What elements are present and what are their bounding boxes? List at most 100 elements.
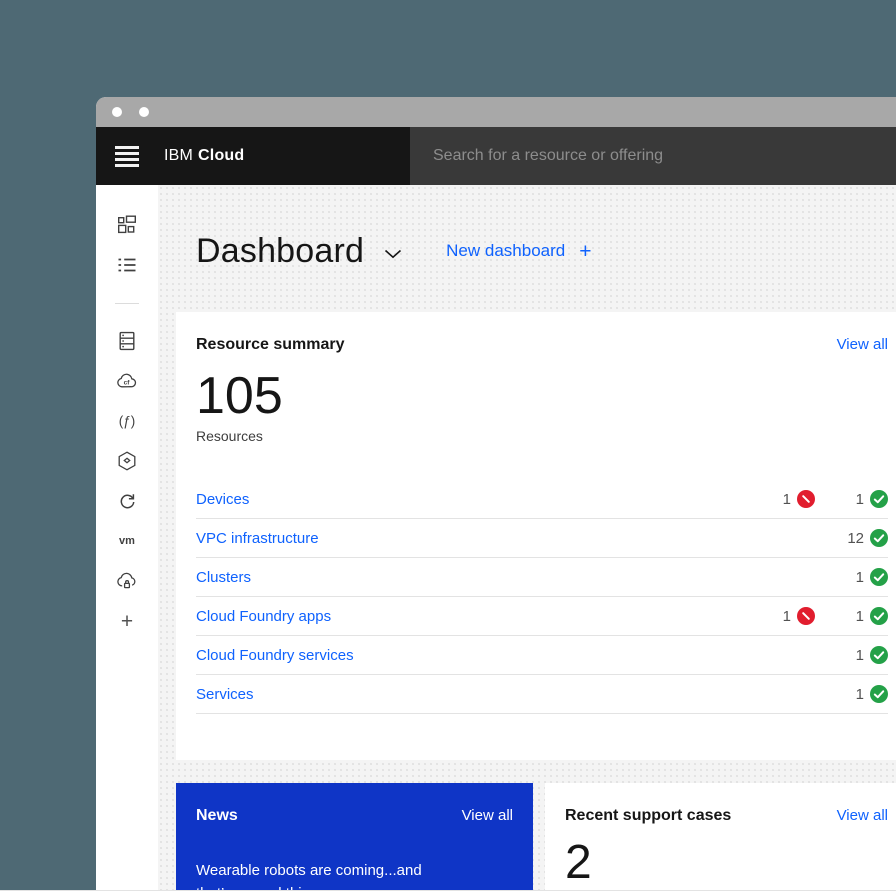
resource-total-label: Resources [196, 428, 888, 444]
sidebar-item-vm[interactable]: vm [96, 521, 158, 561]
error-count: 1 [783, 608, 791, 625]
menu-button[interactable] [96, 127, 158, 185]
new-dashboard-button[interactable]: New dashboard + [446, 241, 591, 262]
error-stat: 1 [745, 490, 815, 508]
brand: IBM Cloud [164, 147, 244, 165]
brand-prefix: IBM [164, 147, 193, 164]
kubernetes-icon [117, 451, 137, 471]
app-header: IBM Cloud [96, 127, 896, 185]
plus-icon: + [579, 241, 591, 262]
news-title: News [196, 807, 238, 825]
resource-summary-card: Resource summary View all 105 Resources … [176, 312, 896, 760]
apps-icon [117, 215, 137, 235]
window-dot [139, 107, 149, 117]
ok-count: 1 [856, 686, 864, 703]
sync-icon [117, 491, 137, 511]
resource-row: Cloud Foundry services 1 [196, 636, 888, 675]
global-search [410, 127, 896, 185]
svg-text:cf: cf [124, 379, 131, 386]
support-view-all[interactable]: View all [837, 807, 888, 824]
new-dashboard-label: New dashboard [446, 241, 565, 261]
functions-icon: (ƒ) [117, 411, 137, 431]
news-view-all[interactable]: View all [462, 807, 513, 824]
support-title: Recent support cases [565, 807, 731, 825]
sidebar-item-infrastructure[interactable] [96, 321, 158, 361]
sidebar-item-list[interactable] [96, 245, 158, 285]
error-count: 1 [783, 491, 791, 508]
ok-count: 12 [847, 530, 864, 547]
window-dot [112, 107, 122, 117]
resource-row: Devices 1 1 [196, 480, 888, 519]
resource-row: Services 1 [196, 675, 888, 714]
resource-category-link[interactable]: Services [196, 686, 745, 703]
cloud-lock-icon [116, 572, 138, 591]
marketing-backdrop: IBM Cloud cf (ƒ) vm + Dashboard New dashboar… [0, 0, 896, 890]
side-nav: cf (ƒ) vm + [96, 185, 158, 890]
ok-count: 1 [856, 647, 864, 664]
sidebar-item-sync[interactable] [96, 481, 158, 521]
add-icon: + [121, 611, 133, 632]
resource-total: 105 [196, 370, 888, 422]
support-head: Recent support cases View all [565, 807, 888, 825]
ok-stat: 1 [815, 568, 888, 586]
ok-stat: 12 [815, 529, 888, 547]
support-open-count: 2 [565, 839, 888, 887]
infrastructure-icon [117, 331, 137, 351]
resource-row: VPC infrastructure 12 [196, 519, 888, 558]
ok-stat: 1 [815, 646, 888, 664]
browser-window: IBM Cloud cf (ƒ) vm + Dashboard New dashboar… [96, 97, 896, 890]
ok-count: 1 [856, 608, 864, 625]
ok-stat: 1 [815, 685, 888, 703]
cloud-foundry-icon: cf [116, 372, 138, 390]
brand-name: Cloud [198, 147, 244, 164]
dashboard-switcher[interactable] [384, 249, 402, 259]
resource-rows: Devices11VPC infrastructure12Clusters1Cl… [196, 480, 888, 714]
resource-summary-head: Resource summary View all [196, 336, 888, 354]
success-icon [870, 490, 888, 508]
dashboard-content: Dashboard New dashboard + Resource summa… [158, 185, 896, 890]
window-body: cf (ƒ) vm + Dashboard New dashboard + Resou… [96, 185, 896, 890]
sidebar-item-cloud-foundry[interactable]: cf [96, 361, 158, 401]
resource-row: Cloud Foundry apps 1 1 [196, 597, 888, 636]
resource-category-link[interactable]: Cloud Foundry services [196, 647, 745, 664]
resource-row: Clusters 1 [196, 558, 888, 597]
vm-icon: vm [119, 535, 135, 547]
error-stat: 1 [745, 607, 815, 625]
page-title: Dashboard [196, 232, 364, 271]
sidebar-item-apps[interactable] [96, 205, 158, 245]
sidebar-item-kubernetes[interactable] [96, 441, 158, 481]
success-icon [870, 685, 888, 703]
search-input[interactable] [431, 146, 896, 166]
svg-text:(ƒ): (ƒ) [119, 414, 136, 429]
sidebar-divider [96, 285, 158, 321]
success-icon [870, 529, 888, 547]
support-cases-card: Recent support cases View all 2 [545, 783, 896, 890]
ok-count: 1 [856, 569, 864, 586]
sidebar-item-functions[interactable]: (ƒ) [96, 401, 158, 441]
news-headline-link[interactable]: Wearable robots are coming...and that’s … [196, 859, 448, 890]
success-icon [870, 607, 888, 625]
resource-category-link[interactable]: Clusters [196, 569, 745, 586]
list-icon [117, 255, 137, 275]
sidebar-item-add[interactable]: + [96, 601, 158, 641]
error-icon [797, 607, 815, 625]
error-icon [797, 490, 815, 508]
ok-stat: 1 [815, 607, 888, 625]
ok-count: 1 [856, 491, 864, 508]
chevron-down-icon [384, 249, 402, 259]
bottom-cards: News View all Wearable robots are coming… [176, 783, 896, 890]
resource-summary-title: Resource summary [196, 336, 345, 354]
page-head: Dashboard New dashboard + [196, 231, 896, 271]
sidebar-item-cloud-lock[interactable] [96, 561, 158, 601]
resource-category-link[interactable]: Devices [196, 491, 745, 508]
resource-category-link[interactable]: Cloud Foundry apps [196, 608, 745, 625]
news-card: News View all Wearable robots are coming… [176, 783, 533, 890]
resource-category-link[interactable]: VPC infrastructure [196, 530, 745, 547]
success-icon [870, 646, 888, 664]
success-icon [870, 568, 888, 586]
window-titlebar [96, 97, 896, 127]
ok-stat: 1 [815, 490, 888, 508]
resource-summary-view-all[interactable]: View all [837, 336, 888, 353]
news-head: News View all [196, 807, 513, 825]
hamburger-icon [115, 146, 139, 167]
